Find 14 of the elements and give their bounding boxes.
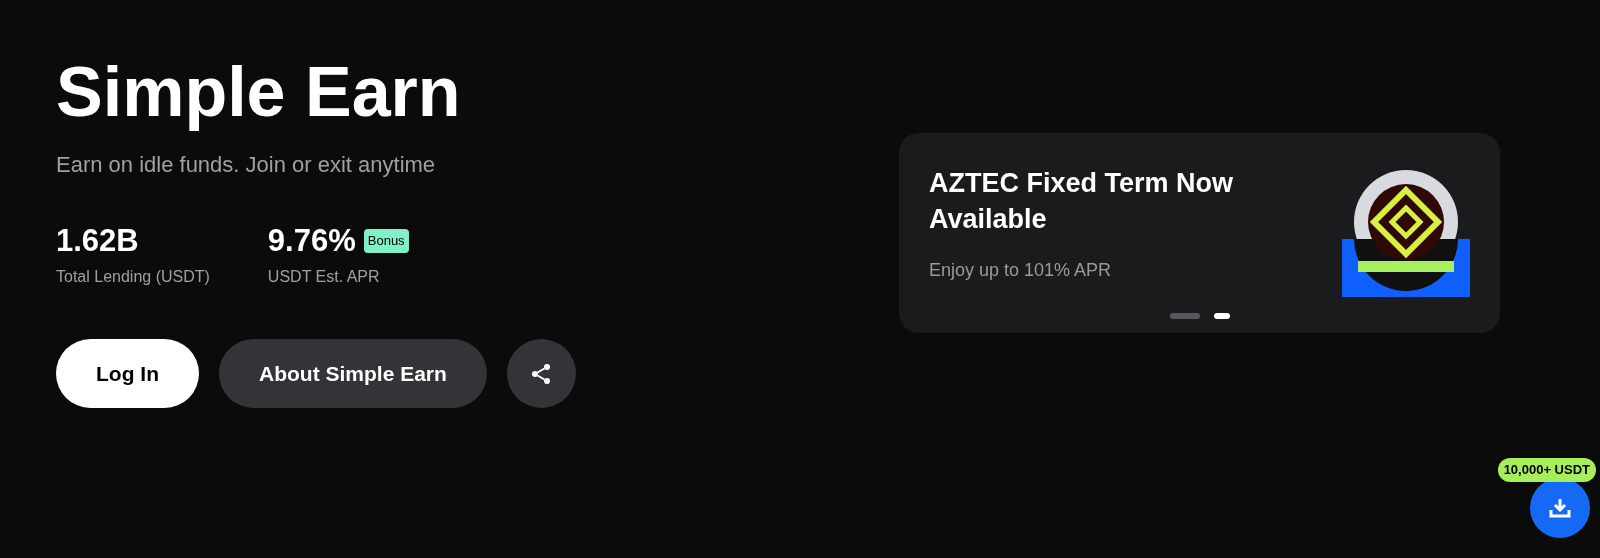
promo-card[interactable]: AZTEC Fixed Term Now Available Enjoy up to 101% APR [899, 133, 1500, 333]
stat-label: Total Lending (USDT) [56, 267, 210, 287]
stat-value: 1.62B [56, 222, 139, 260]
bonus-badge: Bonus [363, 229, 409, 253]
page-subtitle: Earn on idle funds. Join or exit anytime [56, 151, 437, 179]
page-title: Simple Earn [56, 52, 462, 133]
promo-subtitle: Enjoy up to 101% APR [929, 259, 1113, 282]
reward-badge: 10,000+ USDT [1497, 458, 1596, 482]
about-button[interactable]: About Simple Earn [219, 339, 487, 408]
promo-title: AZTEC Fixed Term Now Available [929, 167, 1235, 236]
stat-label: USDT Est. APR [267, 267, 381, 287]
login-button[interactable]: Log In [56, 339, 199, 408]
stat-value: 9.76% [267, 222, 356, 260]
download-icon [1548, 496, 1572, 520]
